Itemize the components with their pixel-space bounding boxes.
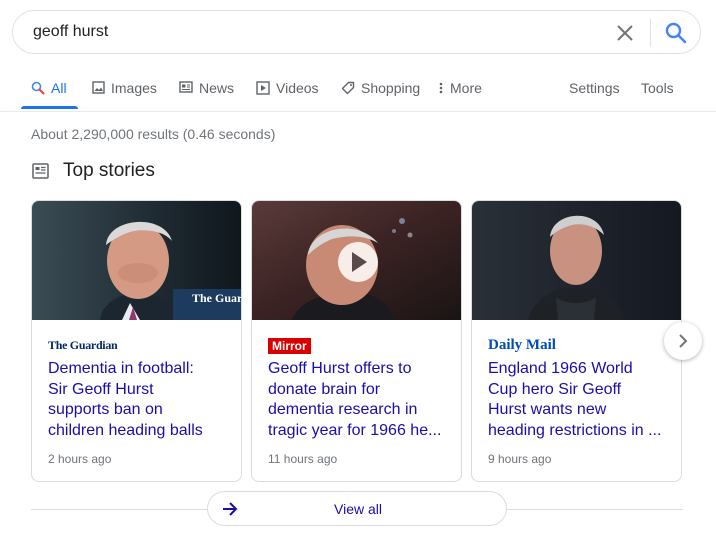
view-all-button[interactable]: View all [207, 491, 507, 526]
tab-label: Shopping [361, 80, 421, 96]
clear-icon[interactable] [613, 21, 637, 45]
publisher-logo-dailymail: Daily Mail [488, 337, 556, 353]
divider [650, 19, 651, 47]
section-title: Top stories [63, 160, 155, 181]
story-thumbnail: The Guardian [32, 201, 241, 320]
tab-news[interactable]: News [179, 80, 234, 110]
search-input[interactable]: geoff hurst [33, 23, 108, 41]
story-time: 11 hours ago [268, 452, 338, 466]
story-time: 9 hours ago [488, 452, 552, 466]
publisher-logo-mirror: Mirror [268, 337, 311, 355]
story-time: 2 hours ago [48, 452, 112, 466]
video-icon [256, 81, 270, 95]
story-card[interactable]: The Guardian The Guardian Dementia in fo… [31, 200, 242, 482]
tab-videos[interactable]: Videos [256, 80, 319, 110]
carousel-next-button[interactable] [664, 322, 702, 360]
publisher-logo-guardian: The Guardian [48, 338, 118, 352]
search-icon [31, 81, 45, 95]
tab-label: Videos [276, 80, 319, 96]
tab-label: News [199, 80, 235, 96]
tag-icon [341, 81, 355, 95]
tab-label: Images [111, 80, 157, 96]
tab-images[interactable]: Images [92, 80, 157, 110]
story-thumbnail [472, 201, 681, 320]
search-icon[interactable] [663, 20, 689, 46]
active-tab-indicator [21, 106, 78, 109]
search-box[interactable]: geoff hurst [12, 10, 701, 54]
news-icon [179, 81, 193, 93]
thumb-overlay-text: The Guardian [192, 291, 241, 305]
tab-label: All [51, 80, 67, 96]
story-thumbnail [252, 201, 461, 320]
tools-link[interactable]: Tools [641, 80, 674, 110]
search-tabs: All Images News Videos Shopping More Set… [0, 70, 716, 112]
more-vert-icon [439, 82, 443, 94]
story-card[interactable]: Mirror Geoff Hurst offers to donate brai… [251, 200, 462, 482]
settings-link[interactable]: Settings [569, 80, 620, 110]
tab-shopping[interactable]: Shopping [341, 80, 420, 110]
result-stats: About 2,290,000 results (0.46 seconds) [31, 126, 276, 142]
story-headline[interactable]: Dementia in football: Sir Geoff Hurst su… [48, 359, 230, 441]
story-headline[interactable]: Geoff Hurst offers to donate brain for d… [268, 359, 450, 441]
view-all-label: View all [334, 501, 382, 517]
story-card[interactable]: Daily Mail England 1966 World Cup hero S… [471, 200, 682, 482]
newspaper-icon [32, 163, 49, 184]
image-icon [92, 81, 105, 94]
tab-label: More [450, 80, 482, 96]
story-headline[interactable]: England 1966 World Cup hero Sir Geoff Hu… [488, 359, 670, 441]
tab-more[interactable]: More [438, 80, 482, 110]
chevron-right-icon [679, 334, 688, 348]
